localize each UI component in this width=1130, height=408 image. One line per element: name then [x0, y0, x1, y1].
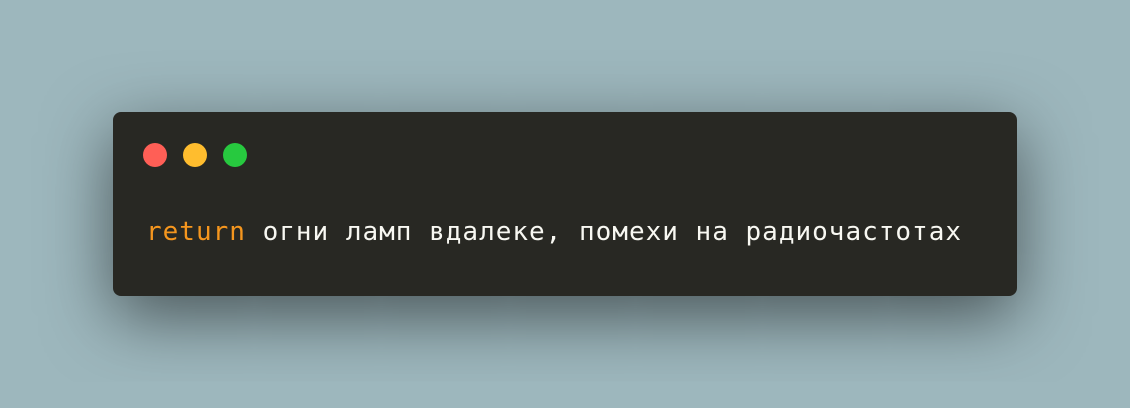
- code-keyword: return: [146, 217, 246, 247]
- minimize-button[interactable]: [183, 143, 207, 167]
- close-button[interactable]: [143, 143, 167, 167]
- code-window: return огни ламп вдалеке, помехи на ради…: [113, 112, 1017, 296]
- code-line: return огни ламп вдалеке, помехи на ради…: [146, 216, 962, 248]
- code-text: огни ламп вдалеке, помехи на радиочастот…: [245, 217, 963, 247]
- maximize-button[interactable]: [223, 143, 247, 167]
